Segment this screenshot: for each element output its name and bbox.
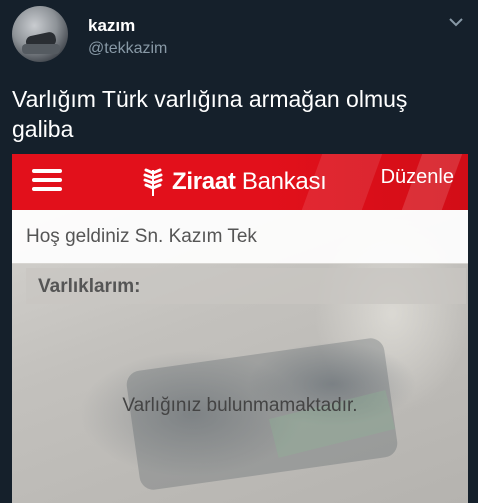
brand-name-bold: Ziraat bbox=[172, 168, 236, 195]
app-topbar: Ziraat Bankası Düzenle bbox=[12, 154, 468, 210]
brand-logo: Ziraat Bankası bbox=[142, 164, 327, 200]
tweet-text: Varlığım Türk varlığına armağan olmuş ga… bbox=[12, 86, 408, 142]
section-title: Varlıklarım: bbox=[38, 276, 141, 297]
tweet-media-screenshot[interactable]: Ziraat Bankası Düzenle Hoş geldiniz Sn. … bbox=[12, 154, 468, 503]
chevron-down-icon[interactable] bbox=[448, 16, 464, 28]
edit-button[interactable]: Düzenle bbox=[381, 166, 454, 189]
assets-section-header: Varlıklarım: bbox=[26, 268, 466, 304]
welcome-banner: Hoş geldiniz Sn. Kazım Tek bbox=[12, 210, 468, 264]
user-handle[interactable]: @tekkazim bbox=[88, 40, 167, 58]
wheat-logo-icon bbox=[143, 168, 163, 196]
empty-state-message: Varlığınız bulunmamaktadır. bbox=[122, 395, 358, 416]
tweet-header: kazım @tekkazim bbox=[12, 6, 468, 62]
brand-name-regular: Bankası bbox=[235, 168, 327, 195]
hamburger-icon[interactable] bbox=[32, 169, 62, 191]
avatar[interactable] bbox=[12, 6, 68, 62]
display-name[interactable]: kazım bbox=[88, 16, 135, 36]
welcome-text: Hoş geldiniz Sn. Kazım Tek bbox=[26, 226, 257, 247]
